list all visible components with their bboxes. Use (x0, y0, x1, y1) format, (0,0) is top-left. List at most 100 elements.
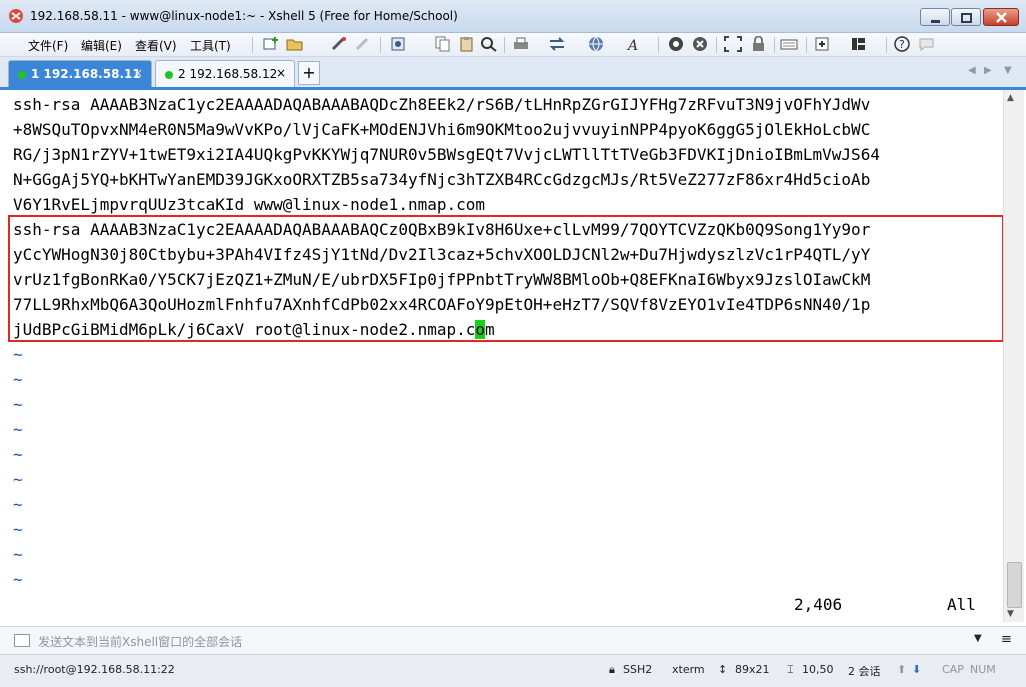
compose-dropdown-icon[interactable]: ▼ (974, 633, 982, 644)
tab-label: 1 192.168.58.11 (31, 67, 141, 81)
empty-line-tilde: ~ (13, 495, 23, 514)
minimize-icon (931, 20, 940, 23)
toolbar-separator (504, 37, 505, 53)
scroll-thumb[interactable] (1007, 562, 1022, 608)
help-icon[interactable]: ? (894, 36, 912, 52)
compose-menu-icon[interactable]: ≡ (1001, 632, 1012, 647)
xshell-app-icon (9, 9, 23, 23)
close-icon (996, 12, 1007, 23)
tab-list-icon[interactable]: ▼ (1004, 65, 1012, 76)
menu-tools[interactable]: 工具(T) (190, 37, 231, 54)
svg-text:?: ? (899, 38, 905, 51)
terminal-line: V6Y1RvELjmpvrqUUz3tcaKId www@linux-node1… (13, 195, 486, 214)
status-bar: ssh://root@192.168.58.11:22 🔒︎ SSH2 xter… (0, 654, 1026, 687)
toolbar-separator (774, 37, 775, 53)
tab-session-1[interactable]: 1 192.168.58.11 × (8, 60, 152, 87)
vim-view-indicator: All (947, 595, 976, 614)
highlight-annotation-box (8, 215, 1004, 342)
new-tab-button[interactable]: + (298, 61, 320, 85)
menu-view[interactable]: 查看(V) (135, 37, 177, 54)
restore-icon (961, 13, 972, 23)
layout-icon[interactable] (850, 36, 868, 52)
compose-bar: 发送文本到当前Xshell窗口的全部会话 ▼ ≡ (0, 626, 1026, 654)
tab-prev-icon[interactable]: ◀ (968, 65, 976, 76)
maximize-button[interactable] (951, 8, 981, 26)
empty-line-tilde: ~ (13, 520, 23, 539)
terminal-line: ssh-rsa AAAAB3NzaC1yc2EAAAADAQABAAABAQDc… (13, 95, 871, 114)
cursor-position: 10,50 (802, 663, 834, 676)
window-title: 192.168.58.11 - www@linux-node1:~ - Xshe… (30, 9, 458, 23)
toolbar-separator (806, 37, 807, 53)
protocol-label: SSH2 (623, 663, 653, 676)
empty-line-tilde: ~ (13, 570, 23, 589)
find-icon[interactable] (480, 36, 498, 52)
connected-status-icon (165, 71, 173, 79)
download-arrow-icon: ⬇ (912, 663, 922, 676)
cursor-icon: ⌶ (787, 663, 794, 676)
compose-input[interactable]: 发送文本到当前Xshell窗口的全部会话 (38, 633, 242, 650)
transfer-icon[interactable] (548, 36, 566, 52)
menu-edit[interactable]: 编辑(E) (81, 37, 122, 54)
empty-line-tilde: ~ (13, 545, 23, 564)
print-icon[interactable] (512, 36, 530, 52)
font-icon[interactable]: A (626, 36, 644, 52)
toolbar-separator (380, 37, 381, 53)
disconnect-icon[interactable] (354, 36, 372, 52)
lock-icon: 🔒︎ (609, 663, 615, 676)
session-count: 2 会话 (848, 665, 881, 678)
connected-status-icon (18, 71, 26, 79)
terminal-size: 89x21 (735, 663, 770, 676)
close-window-button[interactable] (983, 8, 1019, 26)
menu-file[interactable]: 文件(F) (28, 37, 68, 54)
copy-icon[interactable] (434, 36, 452, 52)
empty-line-tilde: ~ (13, 420, 23, 439)
terminal-type: xterm (672, 663, 705, 676)
toolbar-separator (252, 37, 253, 53)
minimize-button[interactable] (920, 8, 950, 26)
session-tab-bar: 1 192.168.58.11 × 2 192.168.58.12 × + ◀ … (0, 57, 1026, 90)
terminal-scrollbar[interactable]: ▲ ▼ (1003, 90, 1024, 622)
empty-line-tilde: ~ (13, 470, 23, 489)
empty-line-tilde: ~ (13, 395, 23, 414)
scroll-down-icon[interactable]: ▼ (1007, 609, 1014, 619)
xftp-icon[interactable] (668, 36, 686, 52)
empty-line-tilde: ~ (13, 445, 23, 464)
lock-icon[interactable] (750, 36, 768, 52)
tab-session-2[interactable]: 2 192.168.58.12 × (155, 60, 295, 87)
vim-cursor-position: 2,406 (794, 595, 843, 614)
terminal-line: RG/j3pN1rZYV+1twET9xi2IA4UQkgPvKKYWjq7NU… (13, 145, 880, 164)
xmanager-icon[interactable] (692, 36, 710, 52)
new-session-icon[interactable] (262, 36, 280, 52)
connection-address: ssh://root@192.168.58.11:22 (14, 663, 175, 676)
size-icon: ↕ (718, 663, 728, 676)
num-lock-indicator: NUM (970, 663, 996, 676)
terminal-line: +8WSQuTOpvxNM4eR0N5Ma9wVvKPo/lVjCaFK+MOd… (13, 120, 871, 139)
terminal-area[interactable]: ssh-rsa AAAAB3NzaC1yc2EAAAADAQABAAABAQDc… (0, 90, 1004, 622)
close-tab-icon[interactable]: × (133, 66, 143, 80)
toolbar-separator (716, 37, 717, 53)
paste-icon[interactable] (458, 36, 476, 52)
open-folder-icon[interactable] (286, 36, 304, 52)
empty-line-tilde: ~ (13, 370, 23, 389)
caps-lock-indicator: CAP (942, 663, 964, 676)
close-tab-icon[interactable]: × (276, 66, 286, 80)
upload-arrow-icon: ⬆ (897, 663, 907, 676)
tab-label: 2 192.168.58.12 (178, 67, 278, 81)
scroll-up-icon[interactable]: ▲ (1007, 93, 1014, 103)
keyboard-icon[interactable] (780, 36, 798, 52)
connect-icon[interactable] (330, 36, 348, 52)
chat-icon[interactable] (918, 36, 936, 52)
properties-icon[interactable] (390, 36, 408, 52)
svg-text:A: A (626, 38, 638, 52)
add-icon[interactable] (814, 36, 832, 52)
title-bar: 192.168.58.11 - www@linux-node1:~ - Xshe… (0, 0, 1026, 33)
tab-next-icon[interactable]: ▶ (984, 65, 992, 76)
empty-line-tilde: ~ (13, 345, 23, 364)
fullscreen-icon[interactable] (724, 36, 742, 52)
terminal-line: N+GGgAj5YQ+bKHTwYanEMD39JGKxoORXTZB5sa73… (13, 170, 871, 189)
toolbar-separator (886, 37, 887, 53)
menu-toolbar: 文件(F) 编辑(E) 查看(V) 工具(T) A ? (0, 33, 1026, 57)
globe-icon[interactable] (588, 36, 606, 52)
compose-icon[interactable] (14, 634, 30, 647)
toolbar-separator (658, 37, 659, 53)
